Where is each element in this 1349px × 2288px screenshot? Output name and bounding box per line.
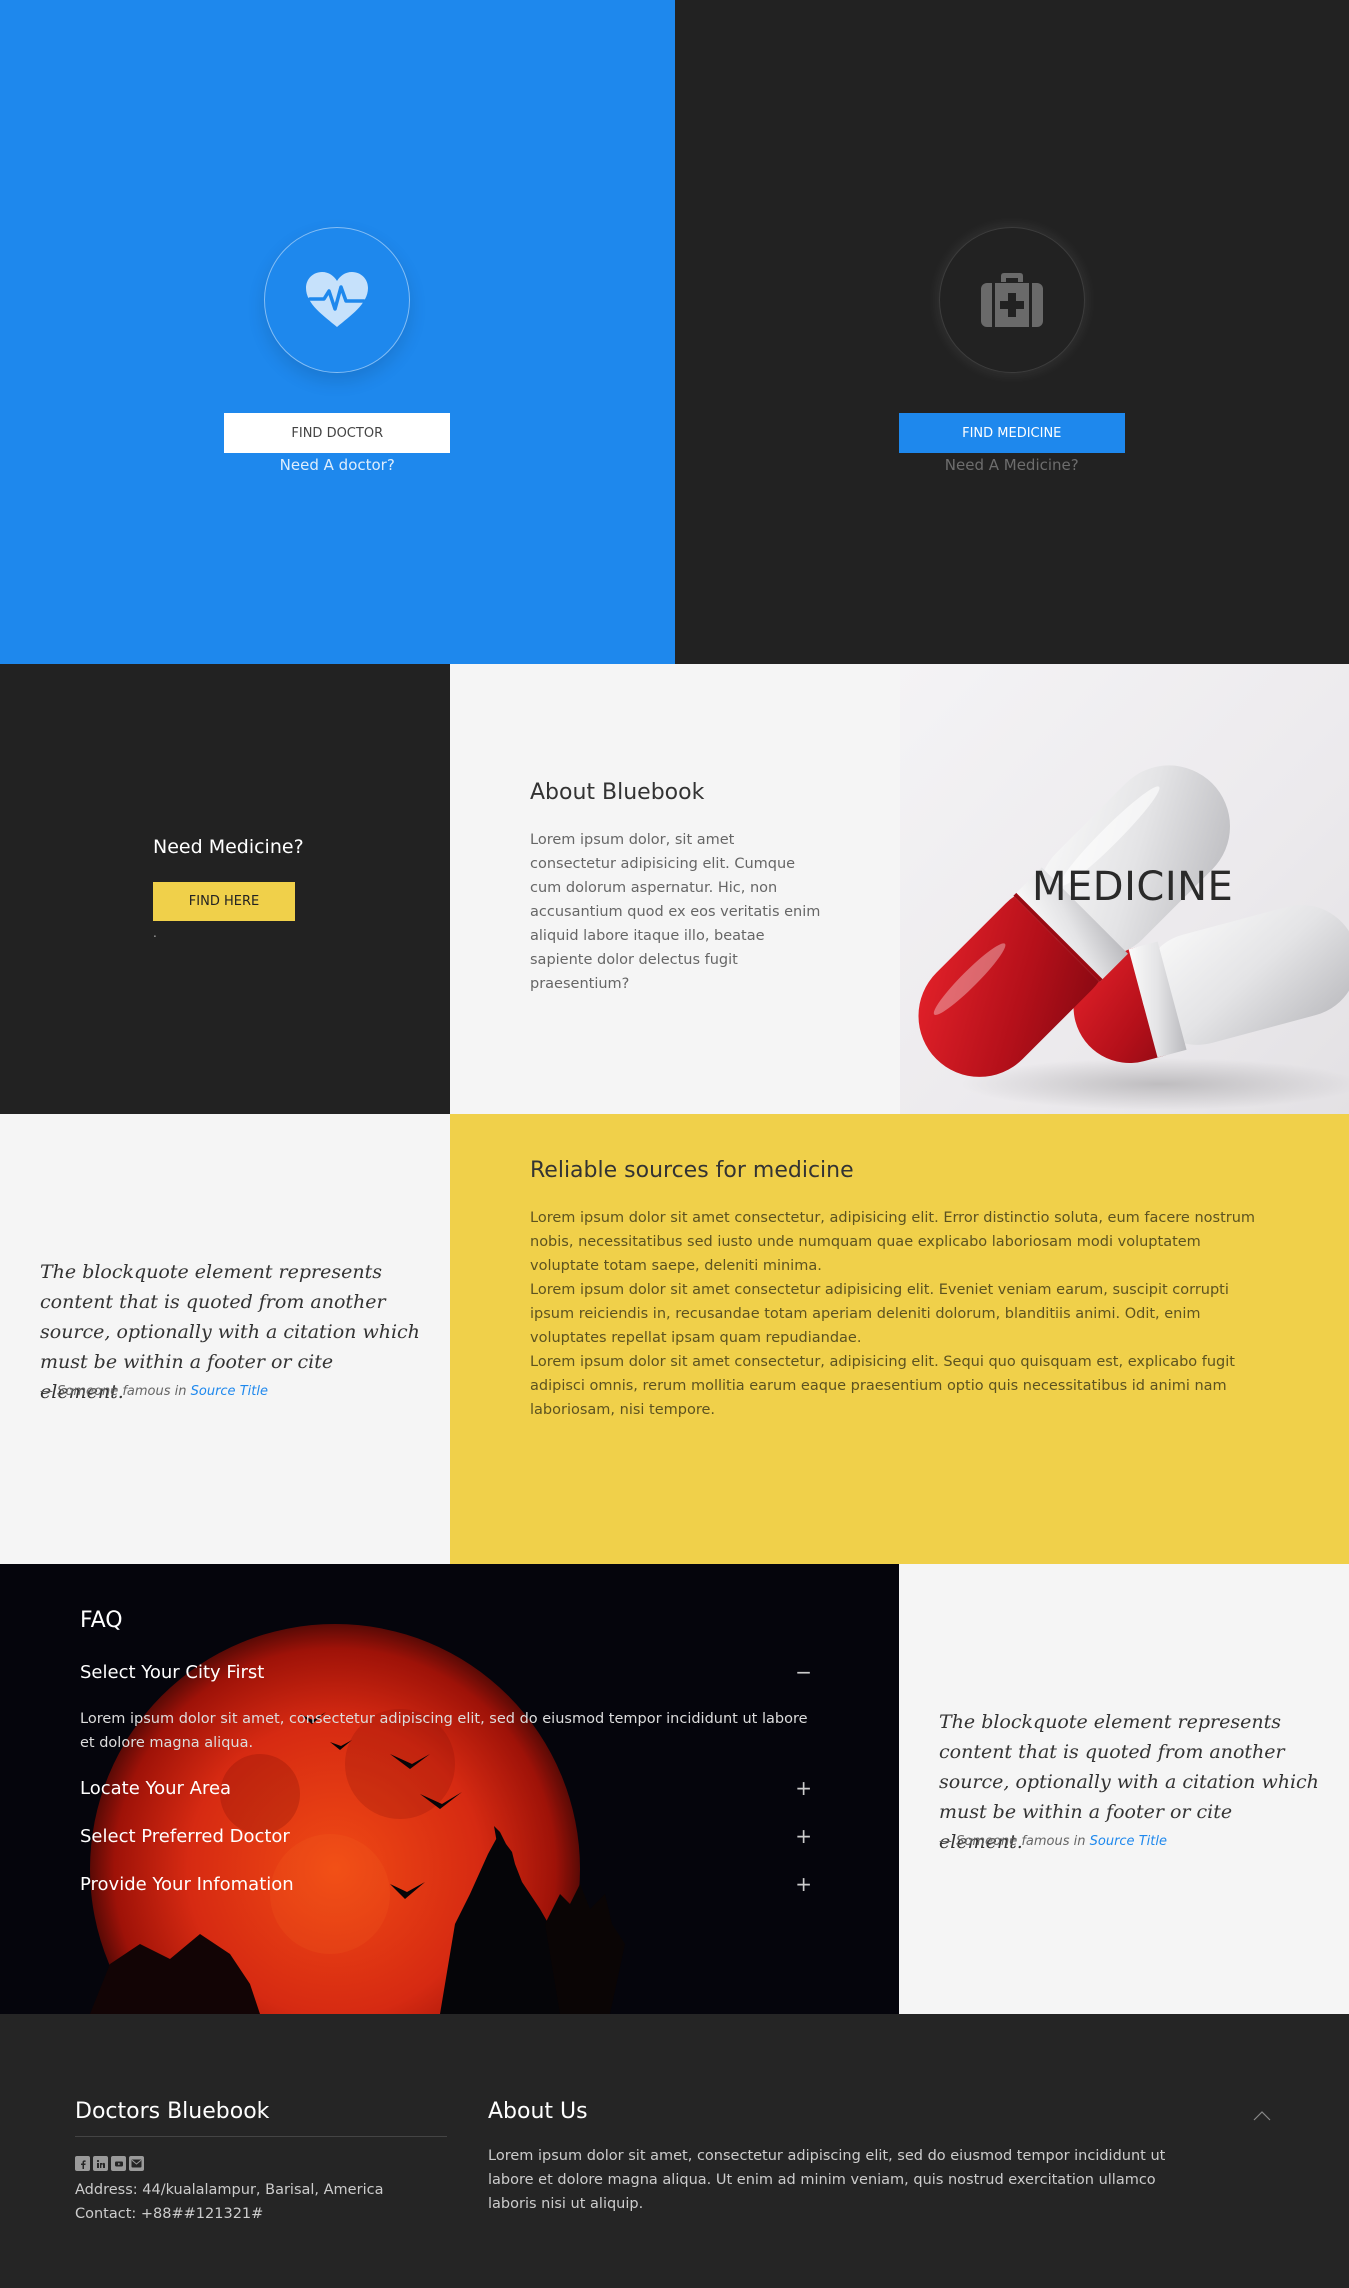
- medicine-icon-circle: [938, 227, 1085, 373]
- medicine-image-panel: MEDICINE: [900, 664, 1349, 1114]
- source-title-link[interactable]: Source Title: [1090, 1834, 1167, 1849]
- footer: Doctors Bluebook Address: 44/kualalampur…: [0, 2014, 1349, 2288]
- footer-address: Address: 44/kualalampur, Barisal, Americ…: [75, 2182, 384, 2198]
- about-panel: About Bluebook Lorem ipsum dolor, sit am…: [450, 664, 900, 1114]
- need-medicine-panel: Need Medicine? FIND HERE .: [0, 664, 450, 1114]
- faq-answer: Lorem ipsum dolor sit amet, consectetur …: [80, 1711, 808, 1751]
- find-medicine-panel: FIND MEDICINE Need A Medicine?: [674, 0, 1349, 664]
- footer-contact-info: Address: 44/kualalampur, Barisal, Americ…: [75, 2178, 383, 2226]
- faq-title: FAQ: [80, 1608, 123, 1633]
- need-medicine-title: Need Medicine?: [153, 836, 304, 858]
- heart-pulse-icon: [306, 272, 369, 327]
- need-doctor-text: Need A doctor?: [279, 456, 395, 474]
- youtube-icon[interactable]: [111, 2156, 126, 2171]
- social-icons: [75, 2156, 144, 2171]
- faq-item[interactable]: Select Preferred Doctor +: [80, 1824, 812, 1848]
- expand-icon[interactable]: +: [795, 1824, 812, 1848]
- footer-about-text: Lorem ipsum dolor sit amet, consectetur …: [488, 2148, 1166, 2212]
- medical-kit-icon: [980, 273, 1043, 327]
- faq-panel: FAQ Select Your City First − Lorem ipsum…: [0, 1564, 899, 2014]
- faq-item[interactable]: Provide Your Infomation +: [80, 1872, 812, 1896]
- reliable-paragraph: Lorem ipsum dolor sit amet consectetur a…: [530, 1282, 1229, 1346]
- reliable-row: The blockquote element represents conten…: [0, 1114, 1349, 1564]
- faq-question: Select Your City First: [80, 1661, 265, 1683]
- find-doctor-panel: FIND DOCTOR Need A doctor?: [0, 0, 675, 664]
- expand-icon[interactable]: +: [795, 1776, 812, 1800]
- find-doctor-button[interactable]: FIND DOCTOR: [224, 413, 451, 453]
- reliable-paragraph: Lorem ipsum dolor sit amet consectetur, …: [530, 1210, 1256, 1274]
- email-icon[interactable]: [129, 2156, 144, 2171]
- hero-section: FIND DOCTOR Need A doctor? FIND MEDICINE…: [0, 0, 1349, 664]
- find-medicine-button[interactable]: FIND MEDICINE: [898, 413, 1125, 453]
- medicine-image-label: MEDICINE: [1032, 864, 1234, 910]
- about-title: About Bluebook: [530, 780, 705, 805]
- facebook-icon[interactable]: [75, 2156, 90, 2171]
- find-here-button[interactable]: FIND HERE: [153, 882, 295, 921]
- doctor-icon-circle: [264, 227, 411, 373]
- info-row: Need Medicine? FIND HERE . About Blueboo…: [0, 664, 1349, 1114]
- faq-question: Provide Your Infomation: [80, 1873, 294, 1895]
- faq-row: FAQ Select Your City First − Lorem ipsum…: [0, 1564, 1349, 2014]
- footer-brand: Doctors Bluebook: [75, 2099, 447, 2137]
- blockquote-citation: — Someone famous in Source Title: [939, 1834, 1167, 1849]
- faq-question: Locate Your Area: [80, 1777, 232, 1799]
- footer-contact: Contact: +88##121321#: [75, 2206, 264, 2222]
- blockquote-panel: The blockquote element represents conten…: [0, 1114, 450, 1564]
- linkedin-icon[interactable]: [93, 2156, 108, 2171]
- expand-icon[interactable]: +: [795, 1872, 812, 1896]
- faq-question: Select Preferred Doctor: [80, 1825, 290, 1847]
- faq-item[interactable]: Locate Your Area +: [80, 1776, 812, 1800]
- about-text: Lorem ipsum dolor, sit amet consectetur …: [530, 832, 821, 992]
- source-title-link[interactable]: Source Title: [191, 1384, 268, 1399]
- faq-item[interactable]: Select Your City First −: [80, 1660, 812, 1684]
- scroll-to-top-button[interactable]: [1250, 2104, 1274, 2128]
- citation-prefix: — Someone famous in: [939, 1834, 1090, 1849]
- collapse-icon[interactable]: −: [795, 1660, 812, 1684]
- citation-prefix: — Someone famous in: [40, 1384, 191, 1399]
- reliable-text: Lorem ipsum dolor sit amet consectetur, …: [530, 1206, 1270, 1422]
- need-medicine-dot: .: [153, 926, 157, 940]
- footer-about-title: About Us: [488, 2099, 588, 2124]
- need-medicine-text: Need A Medicine?: [944, 456, 1079, 474]
- reliable-title: Reliable sources for medicine: [530, 1158, 854, 1183]
- reliable-sources-panel: Reliable sources for medicine Lorem ipsu…: [450, 1114, 1349, 1564]
- blockquote-panel-2: The blockquote element represents conten…: [899, 1564, 1349, 2014]
- chevron-up-icon: [1253, 2111, 1271, 2121]
- blockquote-citation: — Someone famous in Source Title: [40, 1384, 268, 1399]
- reliable-paragraph: Lorem ipsum dolor sit amet consectetur, …: [530, 1354, 1235, 1418]
